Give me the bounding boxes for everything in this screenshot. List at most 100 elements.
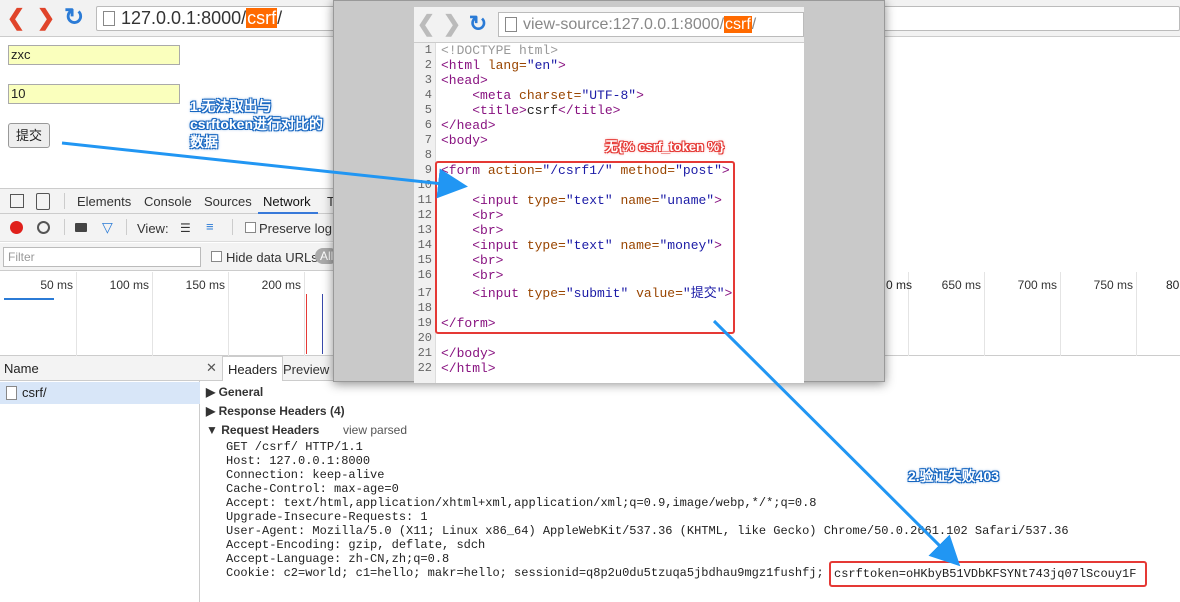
tick-label: 150 ms bbox=[185, 278, 225, 292]
section-request-headers-label: Request Headers bbox=[221, 423, 320, 437]
load-marker bbox=[306, 294, 307, 354]
annotation-note2: 2.验证失败403 bbox=[908, 468, 1000, 484]
request-list: Name csrf/ bbox=[0, 356, 200, 602]
reload-icon[interactable]: ↻ bbox=[468, 13, 488, 35]
annotation-note1-line: csrftoken进行对比的 bbox=[190, 116, 324, 132]
tick-line bbox=[228, 272, 229, 356]
tab-preview[interactable]: Preview bbox=[283, 362, 329, 377]
cookie-line: Cookie: c2=world; c1=hello; makr=hello; … bbox=[226, 566, 824, 580]
list-view-icon[interactable]: ☰ bbox=[180, 222, 191, 234]
filter-input[interactable]: Filter bbox=[3, 247, 201, 267]
detail-tabbar: ✕ Headers Preview bbox=[200, 356, 340, 381]
submit-button[interactable]: 提交 bbox=[8, 123, 50, 148]
page-icon bbox=[505, 17, 517, 32]
clear-icon[interactable] bbox=[37, 221, 50, 234]
camera-icon[interactable] bbox=[75, 223, 87, 232]
tab-headers[interactable]: Headers bbox=[222, 356, 284, 381]
tick-line bbox=[1136, 272, 1137, 356]
view-source-url-highlight: csrf bbox=[724, 16, 752, 33]
tick-line bbox=[1060, 272, 1061, 356]
forward-icon[interactable]: ❯ bbox=[36, 7, 56, 29]
back-icon[interactable]: ❮ bbox=[6, 7, 26, 29]
waterfall-view-icon[interactable]: ≡ bbox=[206, 220, 214, 233]
network-toolbar: ▽ View: ☰ ≡ Preserve log bbox=[0, 214, 340, 242]
header-line: Upgrade-Insecure-Requests: 1 bbox=[226, 510, 428, 524]
source-line: <html lang="en"> bbox=[441, 58, 566, 73]
header-line: Connection: keep-alive bbox=[226, 468, 385, 482]
header-line: User-Agent: Mozilla/5.0 (X11; Linux x86_… bbox=[226, 524, 1069, 538]
section-request-headers[interactable]: ▼ Request Headers bbox=[206, 423, 319, 437]
inspect-icon[interactable] bbox=[10, 194, 24, 208]
section-response-headers[interactable]: ▶ Response Headers (4) bbox=[206, 404, 345, 418]
url-text: 127.0.0.1:8000/ bbox=[121, 8, 247, 28]
record-icon[interactable] bbox=[10, 221, 23, 234]
uname-input[interactable]: zxc bbox=[8, 45, 180, 65]
tick-label: 50 ms bbox=[40, 278, 73, 292]
view-parsed-link[interactable]: view parsed bbox=[343, 423, 407, 437]
view-source-toolbar: ❮ ❯ ↻ view-source:127.0.0.1:8000/csrf/ bbox=[414, 7, 804, 43]
url-suffix: / bbox=[277, 8, 283, 28]
section-general-label: General bbox=[218, 385, 264, 399]
tick-label: 100 ms bbox=[109, 278, 149, 292]
name-column-header[interactable]: Name bbox=[0, 356, 200, 381]
source-line: <head> bbox=[441, 73, 488, 88]
view-source-url-suffix: / bbox=[751, 16, 757, 33]
back-icon[interactable]: ❮ bbox=[416, 13, 436, 35]
annotation-note1-line: 1.无法取出与 bbox=[190, 98, 272, 114]
tick-label: 80 bbox=[1166, 278, 1180, 292]
section-response-headers-label: Response Headers (4) bbox=[218, 404, 345, 418]
missing-token-label: 无{% csrf_token %} bbox=[605, 139, 725, 154]
source-line: </body> bbox=[441, 346, 496, 361]
divider bbox=[64, 193, 65, 209]
hide-data-urls-label: Hide data URLs bbox=[226, 250, 318, 265]
header-line: Accept-Encoding: gzip, deflate, sdch bbox=[226, 538, 486, 552]
filter-icon[interactable]: ▽ bbox=[102, 220, 113, 234]
divider bbox=[126, 219, 127, 235]
preserve-log-label: Preserve log bbox=[259, 221, 332, 236]
request-name: csrf/ bbox=[22, 385, 47, 400]
request-row[interactable]: csrf/ bbox=[0, 382, 200, 404]
device-mode-icon[interactable] bbox=[36, 193, 50, 210]
money-input[interactable]: 10 bbox=[8, 84, 180, 104]
divider bbox=[64, 219, 65, 235]
view-label: View: bbox=[137, 221, 169, 236]
header-line: Cache-Control: max-age=0 bbox=[226, 482, 399, 496]
divider bbox=[232, 219, 233, 235]
close-icon[interactable]: ✕ bbox=[206, 360, 217, 376]
page-icon bbox=[103, 11, 115, 26]
source-line: <meta charset="UTF-8"> bbox=[472, 88, 644, 103]
tab-network[interactable]: Network bbox=[263, 194, 311, 209]
tick-label: 750 ms bbox=[1093, 278, 1133, 292]
tick-label: 200 ms bbox=[261, 278, 301, 292]
tab-elements[interactable]: Elements bbox=[77, 194, 131, 209]
view-source-address-bar[interactable]: view-source:127.0.0.1:8000/csrf/ bbox=[498, 12, 804, 37]
header-line: GET /csrf/ HTTP/1.1 bbox=[226, 440, 363, 454]
section-general[interactable]: ▶ General bbox=[206, 385, 263, 399]
tab-sources[interactable]: Sources bbox=[204, 194, 252, 209]
source-line: </html> bbox=[441, 361, 496, 376]
annotation-note1-line: 数据 bbox=[190, 134, 218, 150]
document-icon bbox=[6, 386, 17, 400]
source-line: </head> bbox=[441, 118, 496, 133]
tick-line bbox=[984, 272, 985, 356]
request-bar bbox=[4, 298, 54, 300]
source-line: <body> bbox=[441, 133, 488, 148]
tab-console[interactable]: Console bbox=[144, 194, 192, 209]
source-line: <title>csrf</title> bbox=[472, 103, 621, 118]
hide-data-urls-checkbox[interactable] bbox=[211, 251, 222, 262]
view-source-url: view-source:127.0.0.1:8000/ bbox=[523, 16, 725, 33]
forward-icon[interactable]: ❯ bbox=[442, 13, 462, 35]
annotation-note1: 1.无法取出与 csrftoken进行对比的 数据 bbox=[190, 97, 323, 151]
tick-label: 650 ms bbox=[941, 278, 981, 292]
tick-line bbox=[76, 272, 77, 356]
preserve-log-checkbox[interactable] bbox=[245, 222, 256, 233]
header-line: Host: 127.0.0.1:8000 bbox=[226, 454, 371, 468]
form-highlight-box bbox=[435, 161, 735, 334]
filter-bar: Filter Hide data URLs All bbox=[0, 243, 340, 271]
tick-label: 700 ms bbox=[1017, 278, 1057, 292]
source-line: <!DOCTYPE html> bbox=[441, 43, 559, 58]
url-highlight: csrf bbox=[246, 8, 278, 28]
tick-label: 0 ms bbox=[886, 278, 913, 292]
reload-icon[interactable]: ↻ bbox=[64, 6, 84, 30]
tick-line bbox=[152, 272, 153, 356]
